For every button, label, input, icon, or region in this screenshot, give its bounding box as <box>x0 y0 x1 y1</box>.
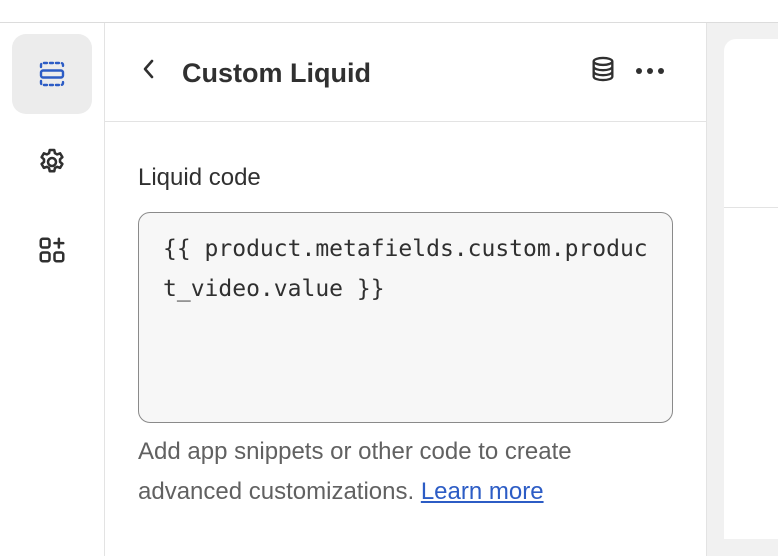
apps-add-icon <box>37 235 67 265</box>
preview-frame[interactable] <box>724 39 778 539</box>
theme-settings-nav-button[interactable] <box>12 122 92 202</box>
settings-gear-icon <box>36 146 68 178</box>
preview-area <box>707 23 778 556</box>
chevron-left-icon <box>138 58 160 85</box>
panel-header: Custom Liquid <box>105 23 706 122</box>
more-actions-button[interactable] <box>630 51 670 91</box>
app-embeds-nav-button[interactable] <box>12 210 92 290</box>
sections-nav-button[interactable] <box>12 34 92 114</box>
liquid-code-textarea[interactable]: {{ product.metafields.custom.product_vid… <box>138 212 673 423</box>
side-rail <box>0 23 105 556</box>
help-text: Add app snippets or other code to create… <box>138 432 678 512</box>
database-icon <box>589 55 617 88</box>
back-button[interactable] <box>131 51 167 91</box>
dynamic-source-button[interactable] <box>583 51 623 91</box>
section-settings-panel: Custom Liquid Liquid code {{ product.met… <box>105 23 707 556</box>
liquid-code-label: Liquid code <box>138 164 261 191</box>
top-bar <box>0 0 778 23</box>
sections-icon <box>37 59 67 89</box>
learn-more-link[interactable]: Learn more <box>421 478 544 505</box>
more-horizontal-icon <box>635 62 665 80</box>
preview-divider <box>724 207 778 208</box>
page-title: Custom Liquid <box>182 58 371 88</box>
